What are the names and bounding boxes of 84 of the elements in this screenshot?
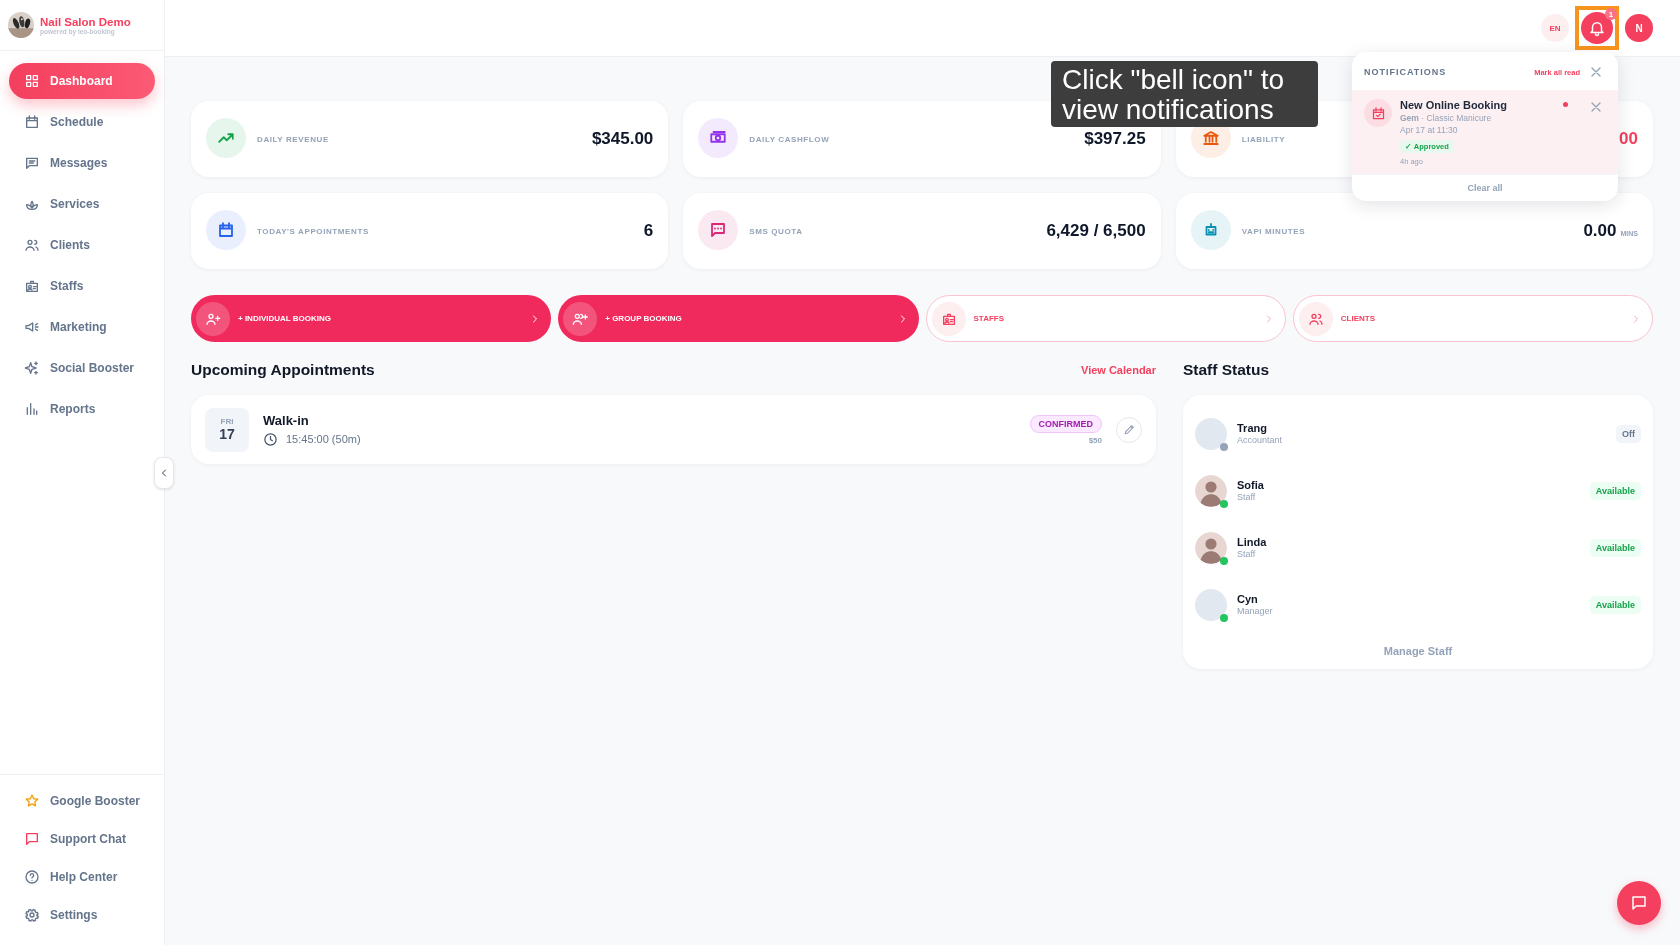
- nav-item[interactable]: Schedule: [9, 104, 155, 140]
- nav-item[interactable]: Clients: [9, 227, 155, 263]
- staff-role: Staff: [1237, 492, 1257, 502]
- status-badge: CONFIRMED: [1029, 414, 1102, 433]
- stat-label: LIABILITY: [1241, 134, 1287, 144]
- action-button[interactable]: CLIENTS: [1292, 295, 1653, 342]
- nav-item[interactable]: Settings: [9, 897, 155, 933]
- notification-time: Apr 17 at 11:30: [1400, 125, 1459, 135]
- section-title: Upcoming Appointments: [191, 361, 375, 379]
- notification-button[interactable]: [1581, 12, 1613, 44]
- stat-value: $397.25: [1084, 129, 1146, 149]
- stat-label: VAPI MINUTES: [1241, 226, 1307, 236]
- appointment-time: 15:45:00 (50m): [286, 433, 361, 445]
- icon-background: [206, 118, 246, 158]
- price: $50: [1088, 435, 1102, 445]
- chat-icon: [1630, 894, 1648, 912]
- icon-background: [206, 210, 246, 250]
- panel-title: NOTIFICATIONS: [1364, 67, 1448, 77]
- stat-value: 0.00: [1583, 221, 1617, 241]
- users-icon: [24, 237, 40, 253]
- icon-background: [698, 118, 739, 158]
- date-number: 17: [219, 426, 235, 442]
- nav-item[interactable]: Help Center: [9, 859, 155, 895]
- grid-icon: [24, 73, 40, 89]
- clock-icon: [263, 431, 278, 447]
- message-icon: [24, 155, 40, 171]
- nav-item[interactable]: Messages: [9, 145, 155, 181]
- megaphone-icon: [24, 319, 40, 335]
- staff-role: Manager: [1237, 606, 1274, 616]
- nav-item[interactable]: Social Booster: [9, 350, 155, 386]
- unread-dot: [1563, 102, 1568, 107]
- id-badge-icon: [24, 278, 40, 294]
- brand-name: Nail Salon Demo: [40, 15, 131, 28]
- status-badge: Available: [1589, 595, 1641, 614]
- edit-button[interactable]: [1116, 416, 1142, 443]
- manage-staff-link[interactable]: Manage Staff: [1383, 645, 1453, 657]
- staff-role: Accountant: [1237, 435, 1284, 445]
- nav-item[interactable]: Services: [9, 186, 155, 222]
- nav-item[interactable]: Marketing: [9, 309, 155, 345]
- pencil-icon: [1122, 423, 1136, 436]
- staff-role: Staff: [1237, 549, 1257, 559]
- stat-value: $345.00: [591, 129, 654, 149]
- stat-label: DAILY CASHFLOW: [749, 134, 831, 144]
- nav-item[interactable]: Staffs: [9, 268, 155, 304]
- user-avatar[interactable]: N: [1625, 14, 1653, 42]
- status-badge: Available: [1589, 481, 1641, 500]
- stat-value: 00: [1619, 129, 1638, 149]
- staff-name: Linda: [1237, 536, 1268, 548]
- status-badge: Off: [1616, 424, 1641, 443]
- stat-value: 6: [643, 221, 654, 241]
- staff-name: Trang: [1237, 422, 1268, 434]
- stat-label: SMS QUOTA: [749, 226, 804, 236]
- nav-item[interactable]: Dashboard: [9, 63, 155, 99]
- bar-chart-icon: [24, 401, 40, 417]
- notification-count: 1: [1605, 8, 1617, 20]
- calendar-icon: [24, 114, 40, 130]
- sparkle-icon: [24, 360, 40, 376]
- icon-background: [698, 210, 739, 250]
- action-button[interactable]: + GROUP BOOKING: [558, 295, 919, 342]
- view-calendar-link[interactable]: View Calendar: [1081, 364, 1156, 376]
- action-button[interactable]: + INDIVIDUAL BOOKING: [191, 295, 552, 342]
- stat-label: TODAY'S APPOINTMENTS: [257, 226, 370, 236]
- language-button[interactable]: EN: [1541, 14, 1569, 42]
- nav-item[interactable]: Support Chat: [9, 821, 155, 857]
- client-name: Walk-in: [263, 412, 310, 428]
- nav-item[interactable]: Google Booster: [9, 783, 155, 819]
- action-button[interactable]: STAFFS: [925, 295, 1286, 342]
- notification-title: New Online Booking: [1400, 99, 1508, 111]
- weekday: FRI: [220, 417, 234, 426]
- section-title: Staff Status: [1183, 361, 1270, 379]
- clear-all-link[interactable]: Clear all: [1352, 174, 1618, 201]
- staff-name: Cyn: [1237, 593, 1259, 605]
- staff-name: Sofia: [1237, 479, 1265, 491]
- appointment-card[interactable]: FRI 17 Walk-in 15:45:00 (50m) CONFIRMED $50: [191, 395, 1156, 464]
- bell-icon: [1588, 19, 1606, 37]
- icon-background: [1190, 210, 1231, 250]
- chat-button[interactable]: [1617, 881, 1661, 925]
- tooltip: Click "bell icon" to view notifications: [1051, 61, 1318, 127]
- nav-item[interactable]: Reports: [9, 391, 155, 427]
- stat-label: DAILY REVENUE: [257, 134, 330, 144]
- status-badge: Available: [1589, 538, 1641, 557]
- stat-value: 6,429 / 6,500: [1046, 221, 1146, 241]
- notification-detail: Gem · Classic Manicure: [1400, 113, 1493, 123]
- calendar-check-icon: [1370, 105, 1386, 121]
